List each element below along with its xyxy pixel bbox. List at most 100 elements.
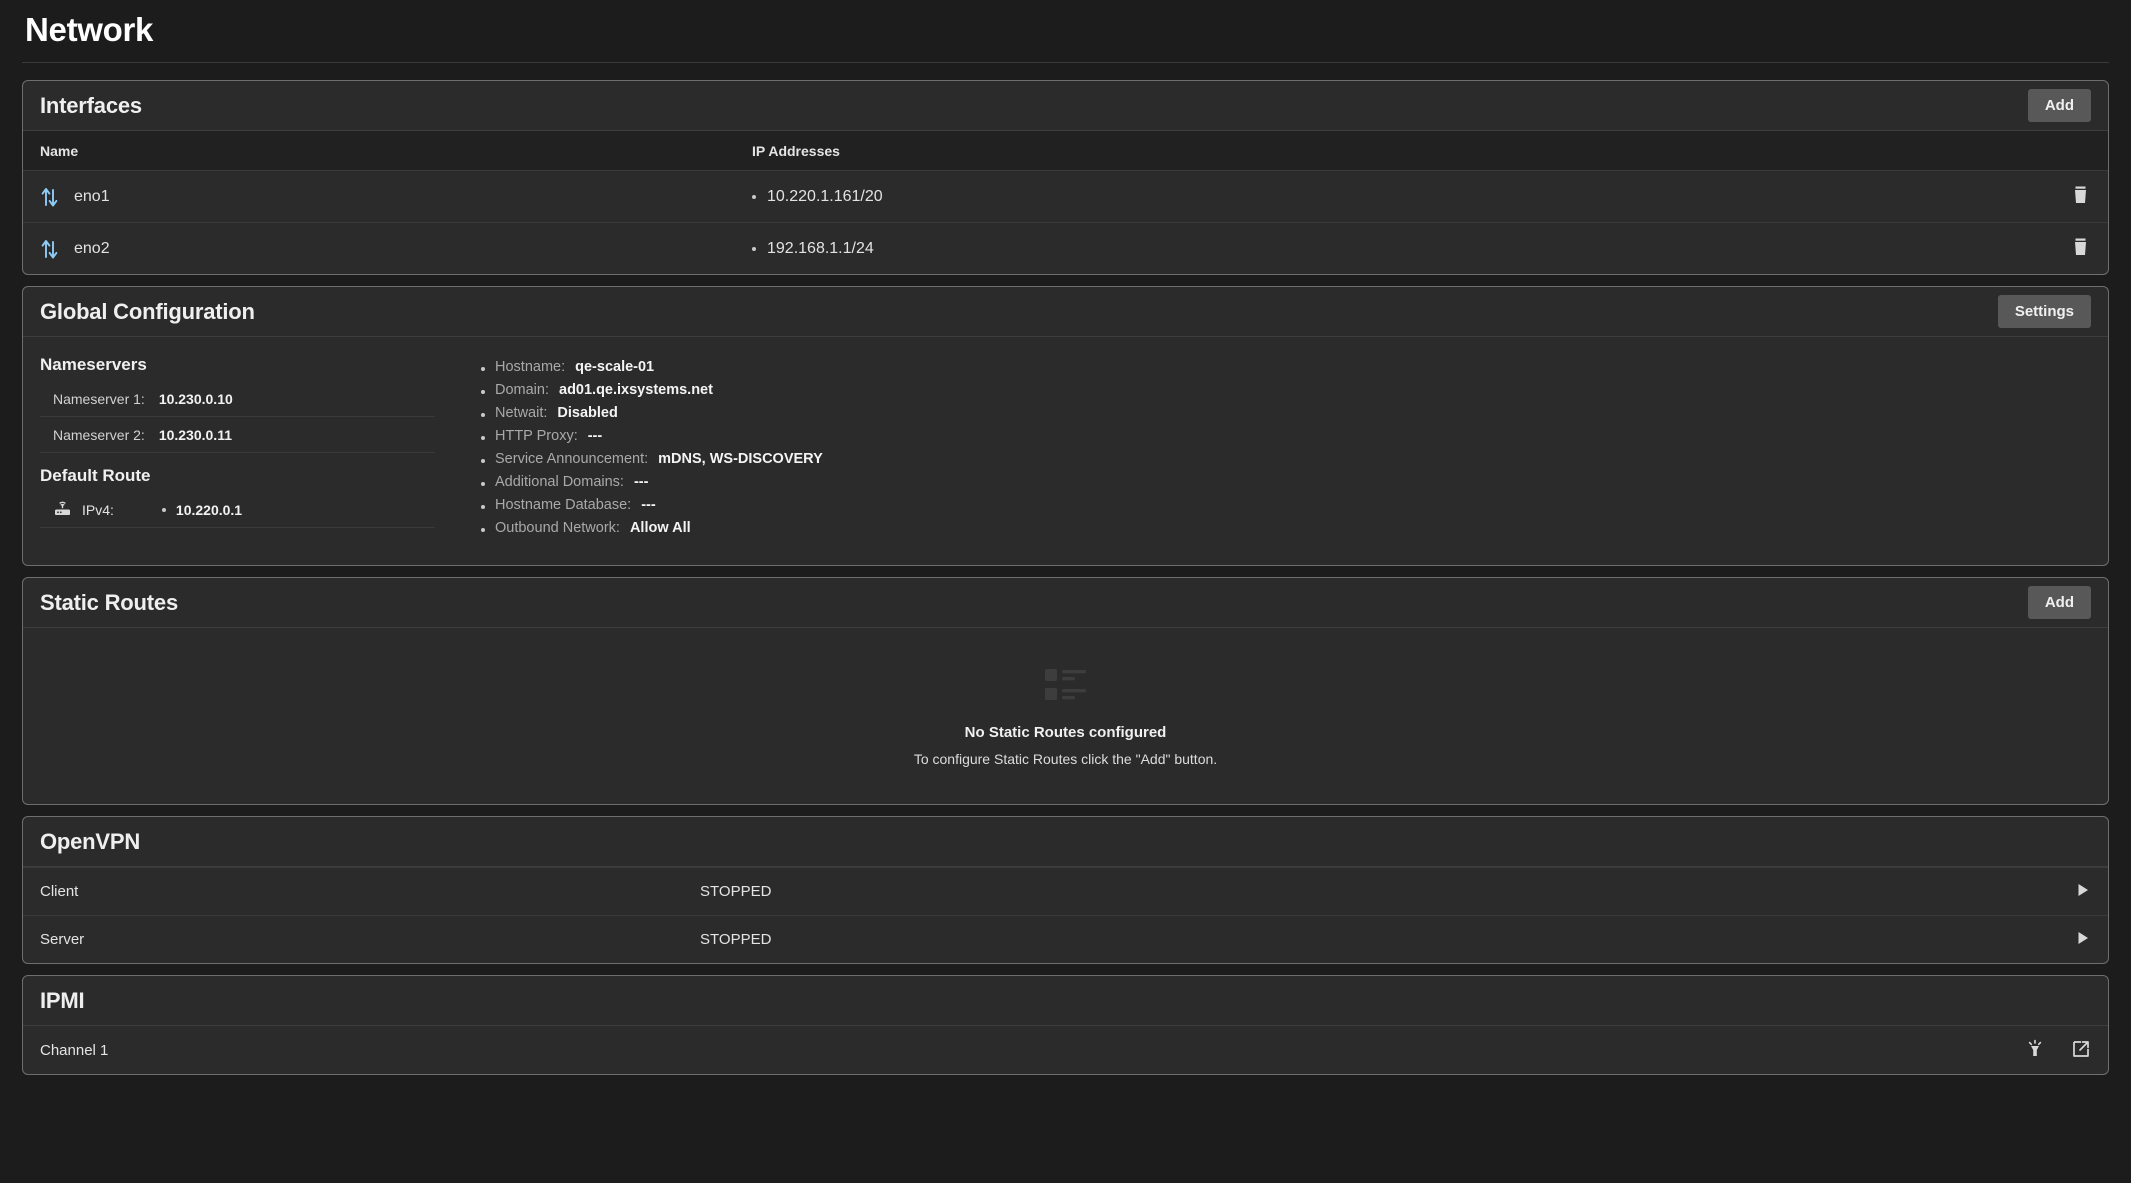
interfaces-add-button[interactable]: Add: [2028, 89, 2091, 122]
trash-icon: [2070, 184, 2091, 209]
bullet-icon: [481, 413, 485, 417]
ipmi-channel-row[interactable]: Channel 1: [23, 1026, 2108, 1074]
empty-state-title: No Static Routes configured: [965, 724, 1167, 741]
openvpn-title: OpenVPN: [40, 829, 140, 855]
delete-interface-button[interactable]: [2070, 236, 2091, 261]
delete-interface-button[interactable]: [2070, 184, 2091, 209]
nameserver-value: 10.230.0.11: [159, 427, 232, 443]
play-icon: [2075, 930, 2091, 949]
detail-item: Domain: ad01.qe.ixsystems.net: [481, 382, 2091, 398]
interfaces-card: Interfaces Add Name IP Addresses eno1: [22, 80, 2109, 275]
ipmi-identify-light-button[interactable]: [2025, 1039, 2045, 1062]
openvpn-card: OpenVPN Client STOPPED Server STOPPED: [22, 816, 2109, 964]
title-divider: [22, 62, 2109, 63]
detail-value: ---: [634, 474, 649, 490]
page-title: Network: [22, 0, 2109, 62]
ipmi-header: IPMI: [23, 976, 2108, 1026]
detail-value: mDNS, WS-DISCOVERY: [658, 451, 823, 467]
default-route-label: IPv4:: [82, 502, 114, 518]
openvpn-row-name: Client: [40, 883, 700, 900]
detail-key: Domain:: [495, 382, 549, 398]
bullet-icon: [481, 390, 485, 394]
table-row[interactable]: eno1 10.220.1.161/20: [23, 170, 2108, 222]
interface-ip-address: 192.168.1.1/24: [767, 240, 874, 258]
nameserver-row: Nameserver 2: 10.230.0.11: [40, 417, 435, 453]
interfaces-table-header: Name IP Addresses: [23, 131, 2108, 170]
empty-list-icon: [1043, 666, 1089, 709]
nameserver-row: Nameserver 1: 10.230.0.10: [40, 381, 435, 417]
nameserver-value: 10.230.0.10: [159, 391, 233, 407]
detail-key: Service Announcement:: [495, 451, 648, 467]
default-route-heading: Default Route: [40, 466, 435, 486]
bullet-icon: [481, 459, 485, 463]
ipmi-card: IPMI Channel 1: [22, 975, 2109, 1075]
ipmi-channel-name: Channel 1: [40, 1042, 2025, 1059]
table-row[interactable]: eno2 192.168.1.1/24: [23, 222, 2108, 274]
bullet-icon: [481, 436, 485, 440]
detail-value: Allow All: [630, 520, 691, 536]
detail-item: Netwait: Disabled: [481, 405, 2091, 421]
detail-item: Service Announcement: mDNS, WS-DISCOVERY: [481, 451, 2091, 467]
interface-name: eno1: [74, 188, 110, 206]
openvpn-client-row[interactable]: Client STOPPED: [23, 867, 2108, 915]
open-in-new-icon: [2071, 1039, 2091, 1062]
global-configuration-title: Global Configuration: [40, 299, 255, 325]
nameserver-label: Nameserver 2:: [53, 427, 145, 443]
ipmi-title: IPMI: [40, 988, 84, 1014]
detail-value: ad01.qe.ixsystems.net: [559, 382, 713, 398]
openvpn-row-status: STOPPED: [700, 883, 2075, 900]
network-page: Network Interfaces Add Name IP Addresses…: [0, 0, 2131, 1183]
interface-ip-address: 10.220.1.161/20: [767, 188, 883, 206]
global-configuration-details: Hostname: qe-scale-01 Domain: ad01.qe.ix…: [455, 353, 2091, 543]
detail-value: ---: [588, 428, 603, 444]
openvpn-server-start-button[interactable]: [2075, 930, 2091, 949]
up-down-arrows-icon: [40, 237, 60, 261]
nameserver-label: Nameserver 1:: [53, 391, 145, 407]
detail-key: Netwait:: [495, 405, 547, 421]
interfaces-title: Interfaces: [40, 93, 142, 119]
interface-name: eno2: [74, 240, 110, 258]
empty-state-subtitle: To configure Static Routes click the "Ad…: [914, 751, 1217, 767]
detail-key: Hostname:: [495, 359, 565, 375]
global-configuration-header: Global Configuration Settings: [23, 287, 2108, 337]
detail-key: Hostname Database:: [495, 497, 631, 513]
global-configuration-card: Global Configuration Settings Nameserver…: [22, 286, 2109, 566]
static-routes-empty-state: No Static Routes configured To configure…: [23, 628, 2108, 804]
detail-value: Disabled: [557, 405, 617, 421]
bullet-icon: [752, 247, 756, 251]
static-routes-card: Static Routes Add No Static Routes confi…: [22, 577, 2109, 805]
flashlight-icon: [2025, 1039, 2045, 1062]
detail-item: Hostname: qe-scale-01: [481, 359, 2091, 375]
static-routes-title: Static Routes: [40, 590, 178, 616]
openvpn-server-row[interactable]: Server STOPPED: [23, 915, 2108, 963]
detail-item: HTTP Proxy: ---: [481, 428, 2091, 444]
detail-item: Additional Domains: ---: [481, 474, 2091, 490]
column-header-ip-addresses: IP Addresses: [752, 143, 2051, 159]
bullet-icon: [481, 528, 485, 532]
detail-value: qe-scale-01: [575, 359, 654, 375]
detail-value: ---: [641, 497, 656, 513]
global-configuration-settings-button[interactable]: Settings: [1998, 295, 2091, 328]
static-routes-add-button[interactable]: Add: [2028, 586, 2091, 619]
bullet-icon: [481, 505, 485, 509]
bullet-icon: [481, 482, 485, 486]
openvpn-row-name: Server: [40, 931, 700, 948]
openvpn-header: OpenVPN: [23, 817, 2108, 867]
detail-item: Outbound Network: Allow All: [481, 520, 2091, 536]
bullet-icon: [162, 508, 166, 512]
openvpn-row-status: STOPPED: [700, 931, 2075, 948]
up-down-arrows-icon: [40, 185, 60, 209]
play-icon: [2075, 882, 2091, 901]
detail-item: Hostname Database: ---: [481, 497, 2091, 513]
static-routes-header: Static Routes Add: [23, 578, 2108, 628]
nameservers-section: Nameservers Nameserver 1: 10.230.0.10 Na…: [40, 353, 455, 543]
ipmi-open-in-new-button[interactable]: [2071, 1039, 2091, 1062]
default-route-value: 10.220.0.1: [176, 502, 242, 518]
detail-key: HTTP Proxy:: [495, 428, 578, 444]
detail-key: Outbound Network:: [495, 520, 620, 536]
default-route-row: IPv4: 10.220.0.1: [40, 492, 435, 528]
column-header-name: Name: [40, 143, 752, 159]
bullet-icon: [481, 367, 485, 371]
openvpn-client-start-button[interactable]: [2075, 882, 2091, 901]
interfaces-header: Interfaces Add: [23, 81, 2108, 131]
